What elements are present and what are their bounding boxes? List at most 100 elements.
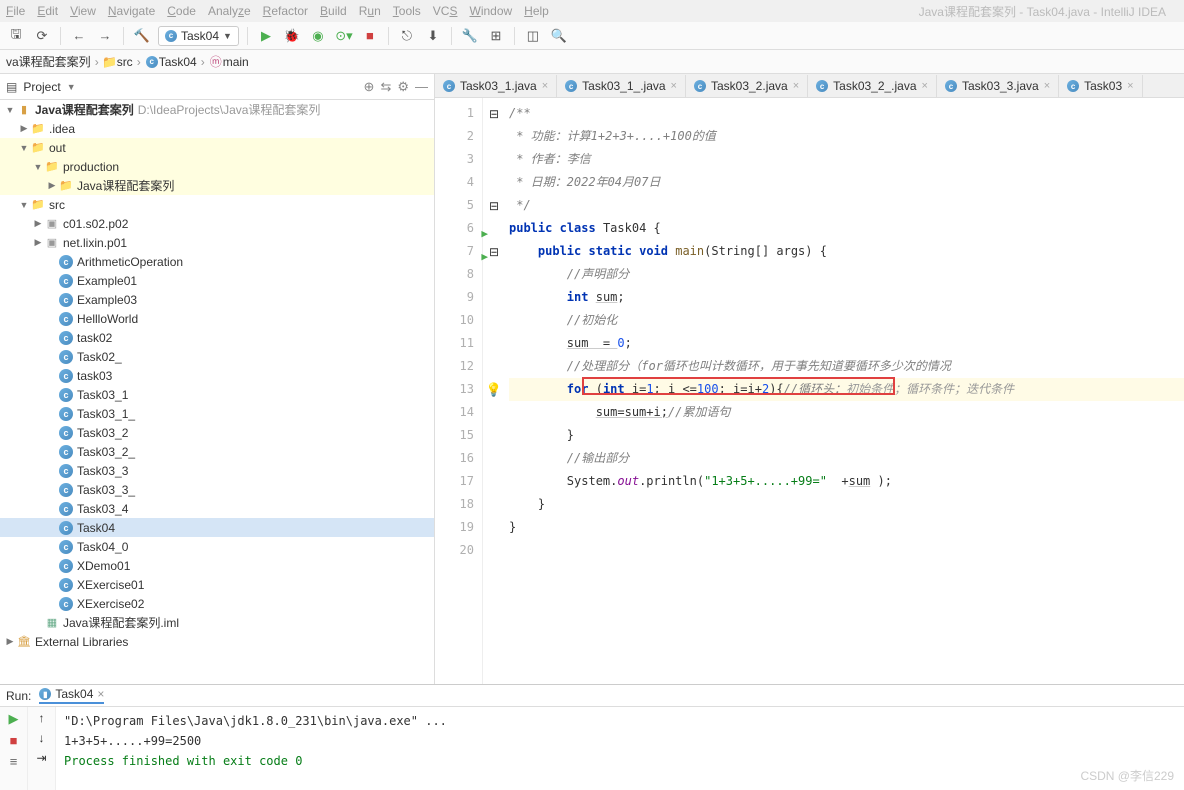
- coverage-icon[interactable]: ◉: [308, 26, 328, 46]
- tree-file-Task04_0[interactable]: cTask04_0: [0, 537, 434, 556]
- tree-file-Task03_3_[interactable]: cTask03_3_: [0, 480, 434, 499]
- rerun-icon[interactable]: ▶: [9, 711, 19, 727]
- tree-file-Task03_4[interactable]: cTask03_4: [0, 499, 434, 518]
- menu-tools[interactable]: Tools: [393, 4, 421, 18]
- tree-file-task03[interactable]: ctask03: [0, 366, 434, 385]
- tree-file-XExercise01[interactable]: cXExercise01: [0, 575, 434, 594]
- close-icon[interactable]: ×: [1127, 80, 1133, 92]
- structure-icon[interactable]: ⊞: [486, 26, 506, 46]
- tree-file-Task03_1[interactable]: cTask03_1: [0, 385, 434, 404]
- tree-pkg2[interactable]: ▶▣net.lixin.p01: [0, 233, 434, 252]
- tab-Task03_2.java[interactable]: cTask03_2.java×: [686, 75, 808, 97]
- tree-file-XDemo01[interactable]: cXDemo01: [0, 556, 434, 575]
- tree-file-Task02_[interactable]: cTask02_: [0, 347, 434, 366]
- close-icon[interactable]: ×: [793, 80, 799, 92]
- tree-prod-child[interactable]: ▶📁Java课程配套案列: [0, 176, 434, 195]
- tree-file-Example03[interactable]: cExample03: [0, 290, 434, 309]
- menu-run[interactable]: Run: [359, 4, 381, 18]
- tree-file-Example01[interactable]: cExample01: [0, 271, 434, 290]
- sidebar-title: Project: [23, 80, 60, 94]
- menu-analyze[interactable]: Analyze: [208, 4, 251, 18]
- crumb-class[interactable]: Task04: [159, 55, 197, 69]
- run-gutter-icon[interactable]: ▶: [481, 222, 488, 245]
- search-icon[interactable]: 🔍: [549, 26, 569, 46]
- down-icon[interactable]: ↓: [39, 731, 45, 745]
- tree-file-Task03_3[interactable]: cTask03_3: [0, 461, 434, 480]
- tree-file-Task03_2[interactable]: cTask03_2: [0, 423, 434, 442]
- tab-Task03_1_.java[interactable]: cTask03_1_.java×: [557, 75, 686, 97]
- tab-Task03_3.java[interactable]: cTask03_3.java×: [937, 75, 1059, 97]
- watermark: CSDN @李信229: [1080, 767, 1174, 784]
- close-icon[interactable]: ×: [1044, 80, 1050, 92]
- tree-file-XExercise02[interactable]: cXExercise02: [0, 594, 434, 613]
- tree-ext-lib[interactable]: ▶🏛External Libraries: [0, 632, 434, 651]
- tree-idea[interactable]: ▶📁.idea: [0, 119, 434, 138]
- console-output[interactable]: "D:\Program Files\Java\jdk1.8.0_231\bin\…: [56, 707, 1184, 790]
- crumb-project[interactable]: va课程配套案列: [6, 53, 91, 70]
- tree-pkg1[interactable]: ▶▣c01.s02.p02: [0, 214, 434, 233]
- select-opened-icon[interactable]: ⊕: [364, 79, 375, 95]
- code-editor[interactable]: /** * 功能：计算1+2+3+....+100的值 * 作者：李信 * 日期…: [505, 98, 1184, 684]
- collapse-icon[interactable]: ⇆: [380, 79, 391, 95]
- tree-production[interactable]: ▼📁production: [0, 157, 434, 176]
- run-label: Run:: [6, 689, 31, 703]
- up-icon[interactable]: ↑: [39, 711, 45, 725]
- project-sidebar: ▤ Project ▼ ⊕ ⇆ ⚙ — ▼▮ Java课程配套案列 D:\Ide…: [0, 74, 435, 684]
- menu-navigate[interactable]: Navigate: [108, 4, 155, 18]
- commit-icon[interactable]: ⬇: [423, 26, 443, 46]
- settings-icon[interactable]: ⚙: [397, 79, 409, 95]
- tree-file-task02[interactable]: ctask02: [0, 328, 434, 347]
- tab-Task03[interactable]: cTask03×: [1059, 75, 1142, 97]
- menu-build[interactable]: Build: [320, 4, 347, 18]
- menu-refactor[interactable]: Refactor: [263, 4, 308, 18]
- tree-src[interactable]: ▼📁src: [0, 195, 434, 214]
- wrench-icon[interactable]: 🔧: [460, 26, 480, 46]
- crumb-method[interactable]: main: [223, 55, 249, 69]
- close-icon[interactable]: ×: [671, 80, 677, 92]
- layout-icon[interactable]: ≡: [10, 754, 18, 769]
- debug-icon[interactable]: 🐞: [282, 26, 302, 46]
- breadcrumb: va课程配套案列 › 📁 src › c Task04 › ⓜ main: [0, 50, 1184, 74]
- menu-vcs[interactable]: VCS: [433, 4, 458, 18]
- back-icon[interactable]: ←: [69, 26, 89, 46]
- tree-out[interactable]: ▼📁out: [0, 138, 434, 157]
- close-icon[interactable]: ×: [922, 80, 928, 92]
- menu-window[interactable]: Window: [469, 4, 512, 18]
- run-icon[interactable]: ▶: [256, 26, 276, 46]
- tab-Task03_1.java[interactable]: cTask03_1.java×: [435, 75, 557, 97]
- tree-root[interactable]: ▼▮ Java课程配套案列 D:\IdeaProjects\Java课程配套案列: [0, 100, 434, 119]
- run-tab-name[interactable]: Task04: [55, 687, 93, 701]
- close-icon[interactable]: ×: [542, 80, 548, 92]
- save-icon[interactable]: 🖫: [6, 26, 26, 46]
- vcs-icon[interactable]: ⎋: [397, 26, 417, 46]
- menu-view[interactable]: View: [70, 4, 96, 18]
- menu-code[interactable]: Code: [167, 4, 196, 18]
- tree-iml[interactable]: ▦Java课程配套案列.iml: [0, 613, 434, 632]
- tree-file-Task04[interactable]: cTask04: [0, 518, 434, 537]
- project-tree[interactable]: ▼▮ Java课程配套案列 D:\IdeaProjects\Java课程配套案列…: [0, 100, 434, 684]
- profile-icon[interactable]: ⊙▾: [334, 26, 354, 46]
- chevron-down-icon: ▼: [223, 31, 232, 41]
- run-config-dropdown[interactable]: c Task04 ▼: [158, 26, 239, 46]
- tree-file-HellloWorld[interactable]: cHellloWorld: [0, 309, 434, 328]
- bulb-icon[interactable]: 💡: [486, 382, 502, 398]
- tree-file-Task03_1_[interactable]: cTask03_1_: [0, 404, 434, 423]
- tree-file-ArithmeticOperation[interactable]: cArithmeticOperation: [0, 252, 434, 271]
- forward-icon[interactable]: →: [95, 26, 115, 46]
- crumb-src[interactable]: src: [117, 55, 133, 69]
- wrap-icon[interactable]: ⇥: [36, 751, 46, 765]
- run-gutter-icon[interactable]: ▶: [481, 245, 488, 268]
- build-icon[interactable]: 🔨: [132, 26, 152, 46]
- close-tab-icon[interactable]: ×: [97, 687, 104, 701]
- tab-Task03_2_.java[interactable]: cTask03_2_.java×: [808, 75, 937, 97]
- menu-file[interactable]: File: [6, 4, 25, 18]
- tree-file-Task03_2_[interactable]: cTask03_2_: [0, 442, 434, 461]
- layout-icon[interactable]: ◫: [523, 26, 543, 46]
- menu-edit[interactable]: Edit: [37, 4, 58, 18]
- stop-icon[interactable]: ■: [360, 26, 380, 46]
- hide-icon[interactable]: —: [415, 79, 428, 94]
- stop-run-icon[interactable]: ■: [10, 733, 18, 748]
- run-panel: Run: ▮ Task04 × ▶ ■ ≡ ↑ ↓ ⇥ "D:\Program …: [0, 684, 1184, 790]
- menu-help[interactable]: Help: [524, 4, 549, 18]
- refresh-icon[interactable]: ⟳: [32, 26, 52, 46]
